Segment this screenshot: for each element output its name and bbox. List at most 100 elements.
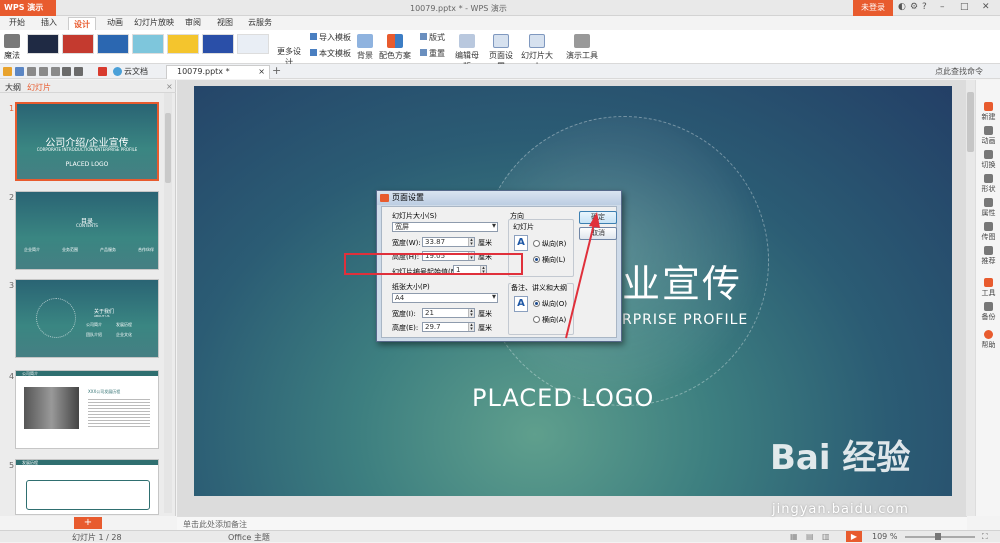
magic-button[interactable]: 魔法 [2, 34, 22, 61]
help-pane-button[interactable]: 帮助 [976, 330, 1000, 350]
slide-logo-text[interactable]: PLACED LOGO [472, 384, 654, 412]
slide-title[interactable]: 业宣传 [622, 253, 742, 308]
slide-size-select[interactable]: 宽屏 [392, 222, 498, 232]
paper-size-select[interactable]: A4 [392, 293, 498, 303]
cancel-button[interactable]: 取消 [579, 227, 617, 240]
export-icon[interactable] [51, 67, 60, 76]
undo-icon[interactable] [62, 67, 71, 76]
fit-window-icon[interactable]: ⛶ [982, 532, 988, 542]
menu-cloud[interactable]: 云服务 [244, 16, 276, 30]
animation-pane-button[interactable]: 动画 [976, 126, 1000, 146]
login-button[interactable]: 未登录 [853, 0, 893, 16]
preview-icon[interactable] [39, 67, 48, 76]
panel-scrollbar[interactable] [164, 93, 172, 513]
width-spinner[interactable]: ▴ ▾ [468, 238, 474, 247]
redo-icon[interactable] [74, 67, 83, 76]
minimize-icon[interactable]: – [940, 2, 945, 12]
cloud-doc-tab[interactable]: 云文档 [124, 66, 148, 77]
slide-number: 1 [9, 104, 15, 113]
slide-items: 公司简介 发展历程 团队介绍 企业文化 [86, 322, 132, 337]
menu-review[interactable]: 审阅 [180, 16, 206, 30]
slide-thumbnail-3[interactable]: 关于我们 ABOUT US 公司简介 发展历程 团队介绍 企业文化 [15, 279, 159, 358]
design-thumbnail[interactable] [97, 34, 129, 54]
menu-design[interactable]: 设计 [68, 17, 96, 31]
canvas-scroll-thumb[interactable] [967, 92, 974, 152]
tab-outline[interactable]: 大纲 [5, 82, 21, 93]
save-icon[interactable] [15, 67, 24, 76]
sorter-view-icon[interactable]: ▤ [806, 532, 814, 541]
menu-home[interactable]: 开始 [4, 16, 30, 30]
timeline-graphic [26, 480, 150, 510]
slides-portrait-radio[interactable] [533, 240, 540, 247]
normal-view-icon[interactable]: ▦ [790, 532, 798, 541]
close-panel-icon[interactable]: × [166, 82, 173, 91]
menu-animation[interactable]: 动画 [102, 16, 128, 30]
paper-height-spinner[interactable]: ▴ ▾ [468, 323, 474, 332]
slide-number: 3 [9, 281, 15, 290]
menu-slideshow[interactable]: 幻灯片放映 [134, 16, 174, 30]
slide-thumbnail-1[interactable]: 公司介绍/企业宣传 CORPORATE INTRODUCTION/ENTERPR… [15, 102, 159, 181]
panel-scroll-thumb[interactable] [165, 113, 171, 183]
settings-icon[interactable]: ⚙ [910, 2, 918, 12]
notes-landscape-radio[interactable] [533, 316, 540, 323]
close-tab-icon[interactable]: × [258, 66, 265, 78]
tab-slides[interactable]: 幻灯片 [27, 82, 51, 93]
paper-width-spinner[interactable]: ▴ ▾ [468, 309, 474, 318]
help-icon[interactable]: ? [922, 2, 927, 12]
play-slideshow-icon[interactable]: ▶ [846, 531, 862, 542]
design-thumbnail[interactable] [237, 34, 269, 54]
reading-view-icon[interactable]: ▥ [822, 532, 830, 541]
design-thumbnail[interactable] [62, 34, 94, 54]
properties-pane-button[interactable]: 属性 [976, 198, 1000, 218]
slides-landscape-radio[interactable] [533, 256, 540, 263]
color-scheme-button[interactable]: 配色方案 [378, 34, 412, 61]
slide-number: 5 [9, 461, 15, 470]
notes-portrait-label: 纵向(O) [542, 300, 567, 308]
menu-insert[interactable]: 插入 [36, 16, 62, 30]
menu-view[interactable]: 视图 [212, 16, 238, 30]
presentation-tools-button[interactable]: 演示工具 [562, 34, 602, 61]
slide-thumbnail-5[interactable]: 发展历程 [15, 459, 159, 515]
recommend-button[interactable]: 推荐 [976, 246, 1000, 266]
maximize-icon[interactable]: □ [960, 2, 969, 12]
background-button[interactable]: 背景 [355, 34, 375, 61]
slide-thumbnail-4[interactable]: 公司简介 XXX公司发展历程 [15, 370, 159, 449]
design-thumbnail[interactable] [167, 34, 199, 54]
open-icon[interactable] [3, 67, 12, 76]
upload-image-button[interactable]: 传图 [976, 222, 1000, 242]
skin-icon[interactable]: ◐ [898, 2, 906, 12]
slide-thumbnail-2[interactable]: 目录 CONTENTS 企业简介 业务范围 产品服务 合作伙伴 [15, 191, 159, 270]
text-template-button[interactable]: 本文模板 [310, 48, 352, 59]
tools-pane-button[interactable]: 工具 [976, 278, 1000, 298]
paper-height-input[interactable]: 29.7 ▴ ▾ [422, 322, 475, 332]
add-slide-button[interactable]: + [74, 517, 102, 529]
zoom-slider-thumb[interactable] [935, 533, 941, 540]
dialog-title-bar: 页面设置 [377, 191, 621, 205]
new-tab-icon[interactable]: + [272, 64, 281, 77]
backup-button[interactable]: 备份 [976, 302, 1000, 322]
paper-width-input[interactable]: 21 ▴ ▾ [422, 308, 475, 318]
layout-button[interactable]: 版式 [420, 32, 450, 43]
slide-subtitle: CONTENTS [76, 223, 98, 228]
search-command[interactable]: 点此查找命令 [935, 66, 983, 77]
shape-pane-button[interactable]: 形状 [976, 174, 1000, 194]
design-thumbnail[interactable] [27, 34, 59, 54]
slide-text-lines [88, 397, 150, 427]
reset-button[interactable]: 重置 [420, 48, 450, 59]
design-thumbnail[interactable] [202, 34, 234, 54]
print-icon[interactable] [27, 67, 36, 76]
design-thumbnail[interactable] [132, 34, 164, 54]
notes-portrait-radio[interactable] [533, 300, 540, 307]
import-template-button[interactable]: 导入模板 [310, 32, 352, 43]
app-menu-button[interactable]: WPS 演示 [0, 0, 56, 16]
document-tab[interactable]: 10079.pptx * × [166, 65, 270, 79]
notes-area[interactable]: 单击此处添加备注 [177, 516, 967, 530]
canvas-scrollbar[interactable] [966, 80, 975, 516]
slide-subtitle[interactable]: RPRISE PROFILE [622, 312, 748, 328]
transition-icon [984, 150, 993, 159]
close-icon[interactable]: ✕ [982, 2, 990, 12]
transition-pane-button[interactable]: 切换 [976, 150, 1000, 170]
width-input[interactable]: 33.87 ▴ ▾ [422, 237, 475, 247]
new-pane-button[interactable]: 新建 [976, 102, 1000, 122]
ok-button[interactable]: 确定 [579, 211, 617, 224]
